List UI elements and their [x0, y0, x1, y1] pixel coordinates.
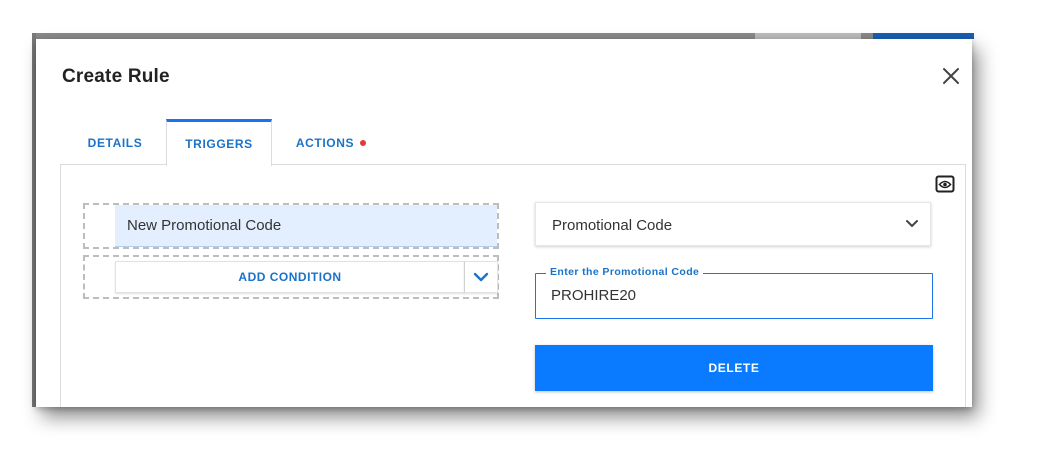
dialog-title: Create Rule: [62, 66, 170, 87]
triggers-panel: New Promotional Code ADD CONDITION Promo…: [60, 164, 966, 407]
tab-triggers-label: TRIGGERS: [185, 137, 253, 151]
promo-code-field: Enter the Promotional Code: [535, 266, 933, 319]
alert-dot: [360, 139, 367, 146]
preview-button[interactable]: [935, 175, 955, 193]
trigger-item[interactable]: New Promotional Code: [115, 205, 497, 247]
tab-details-label: DETAILS: [87, 136, 143, 150]
condition-slot: ADD CONDITION: [83, 255, 499, 299]
chevron-down-icon: [473, 272, 489, 282]
close-button[interactable]: [940, 65, 962, 87]
tab-details[interactable]: DETAILS: [66, 119, 164, 165]
close-icon: [943, 68, 959, 84]
promo-code-input[interactable]: [551, 284, 911, 306]
tab-actions-label: ACTIONS: [295, 136, 355, 150]
trigger-slot: New Promotional Code: [83, 203, 499, 249]
create-rule-dialog: Create Rule DETAILS TRIGGERS ACTIONS New…: [36, 39, 972, 407]
chevron-down-icon: [906, 220, 918, 227]
trigger-type-value: Promotional Code: [552, 217, 673, 234]
eye-icon: [935, 175, 955, 193]
add-condition-dropdown-button[interactable]: [464, 261, 498, 293]
tab-bar: DETAILS TRIGGERS ACTIONS: [66, 119, 972, 166]
trigger-type-select[interactable]: Promotional Code: [535, 202, 931, 246]
promo-code-label: Enter the Promotional Code: [546, 266, 704, 278]
delete-button[interactable]: DELETE: [535, 345, 933, 391]
tab-actions[interactable]: ACTIONS: [276, 119, 386, 165]
add-condition-button[interactable]: ADD CONDITION: [115, 261, 465, 293]
tab-triggers[interactable]: TRIGGERS: [166, 119, 272, 166]
